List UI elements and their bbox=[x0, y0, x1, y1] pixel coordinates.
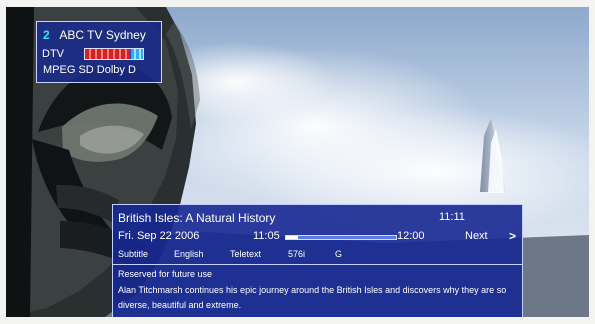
language-label: English bbox=[174, 249, 204, 259]
program-end-time: 12:00 bbox=[397, 230, 425, 242]
channel-type: DTV bbox=[42, 48, 64, 60]
program-guide-panel: British Isles: A Natural History 11:11 F… bbox=[112, 204, 523, 317]
channel-info-panel: 2 ABC TV Sydney DTV MPEG SD Dolby D bbox=[36, 21, 162, 83]
signal-row: DTV bbox=[42, 48, 144, 60]
channel-row: 2 ABC TV Sydney bbox=[43, 28, 146, 42]
panel-divider bbox=[113, 264, 522, 265]
program-start-time: 11:05 bbox=[253, 230, 280, 242]
channel-number: 2 bbox=[43, 28, 50, 42]
description-line-1: Reserved for future use bbox=[118, 269, 213, 279]
resolution-label: 576i bbox=[288, 249, 306, 259]
signal-meter-tail bbox=[131, 49, 143, 59]
program-title: British Isles: A Natural History bbox=[118, 211, 276, 225]
next-program-button[interactable]: Next bbox=[465, 230, 488, 242]
tv-frame: 2 ABC TV Sydney DTV MPEG SD Dolby D Brit… bbox=[0, 0, 595, 324]
teletext-label: Teletext bbox=[230, 249, 262, 259]
program-progress-fill bbox=[286, 236, 299, 239]
current-time: 11:11 bbox=[439, 211, 465, 223]
signal-meter bbox=[84, 48, 144, 60]
subtitle-label: Subtitle bbox=[118, 249, 149, 259]
description-line-2: Alan Titchmarsh continues his epic journ… bbox=[118, 285, 507, 310]
channel-name: ABC TV Sydney bbox=[59, 28, 146, 42]
stream-format: MPEG SD Dolby D bbox=[43, 64, 136, 76]
program-progress bbox=[285, 235, 397, 240]
rating-label: G bbox=[335, 249, 343, 259]
tv-screen: 2 ABC TV Sydney DTV MPEG SD Dolby D Brit… bbox=[6, 7, 589, 317]
program-date: Fri. Sep 22 2006 bbox=[118, 230, 200, 242]
chevron-right-icon[interactable]: > bbox=[509, 229, 516, 243]
signal-meter-fill bbox=[85, 49, 131, 59]
